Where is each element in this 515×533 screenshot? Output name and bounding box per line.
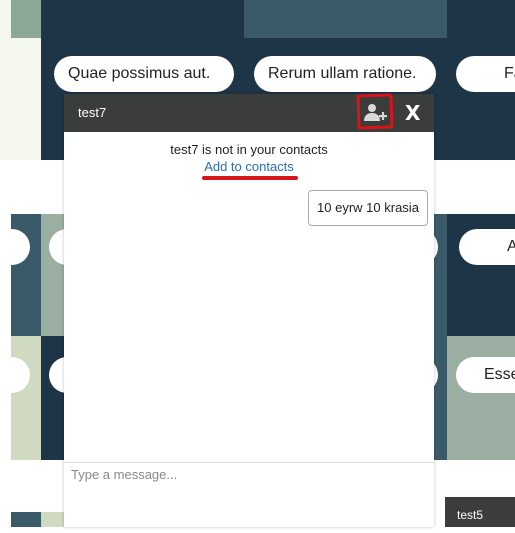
card-title-pill[interactable]: Quae possimus aut. — [54, 56, 234, 92]
tile — [434, 214, 447, 336]
card-title-pill[interactable]: Rerum ullam ratione. — [254, 56, 436, 92]
tile — [41, 336, 65, 460]
tile — [434, 336, 447, 460]
tile — [447, 336, 515, 460]
chat-title: test7 — [78, 105, 107, 120]
minimized-chat-tab[interactable]: test5 — [445, 497, 515, 527]
tile — [244, 0, 447, 38]
message-bubble: 10 eyrw 10 krasia — [308, 190, 428, 226]
chat-window: test7 X test7 is not in your contacts Ad… — [64, 93, 434, 527]
tile — [11, 336, 41, 460]
chat-header: test7 X — [64, 93, 434, 132]
not-in-contacts-notice: test7 is not in your contacts — [170, 142, 328, 157]
message-input[interactable] — [71, 467, 427, 517]
tile — [41, 512, 65, 527]
minimized-chat-title: test5 — [457, 508, 484, 522]
annotation-underline — [202, 176, 298, 180]
card-title-pill[interactable]: Esse — [456, 357, 515, 393]
card-title-pill[interactable]: A — [459, 229, 515, 265]
tile — [11, 0, 41, 38]
annotation-highlight-box — [356, 93, 394, 130]
add-to-contacts-link[interactable]: Add to contacts — [64, 159, 434, 174]
card-title-pill[interactable]: Fa — [456, 56, 515, 92]
close-chat-button[interactable]: X — [405, 101, 420, 125]
message-input-area — [64, 462, 434, 527]
tile — [11, 512, 41, 527]
